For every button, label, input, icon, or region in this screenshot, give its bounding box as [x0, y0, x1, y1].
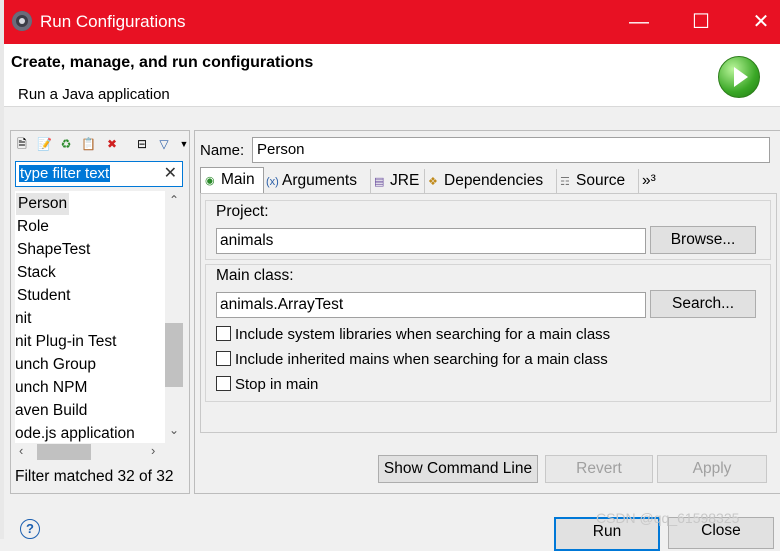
scroll-left-chevron-icon[interactable]: ‹: [19, 443, 23, 458]
clear-filter-icon[interactable]: ✕: [164, 163, 177, 183]
name-input[interactable]: Person: [252, 137, 770, 163]
tab-source[interactable]: ☶ Source: [556, 169, 639, 193]
close-icon[interactable]: ✕: [738, 6, 780, 38]
main-class-label: Main class:: [216, 267, 294, 284]
filter-input[interactable]: type filter text ✕: [15, 161, 183, 187]
help-icon[interactable]: ?: [20, 519, 40, 539]
project-input[interactable]: animals: [216, 228, 646, 254]
tab-jre[interactable]: ▤ JRE: [370, 169, 425, 193]
tree-item-person[interactable]: Person: [16, 193, 70, 215]
project-group: Project: animals Browse...: [205, 200, 771, 260]
project-value: animals: [220, 232, 274, 249]
tree-horizontal-scrollbar[interactable]: ‹ ›: [15, 443, 165, 461]
stop-in-main-checkbox[interactable]: Stop in main: [216, 376, 318, 396]
main-class-value: animals.ArrayTest: [220, 296, 344, 313]
show-command-line-button[interactable]: Show Command Line: [378, 455, 538, 483]
maximize-icon[interactable]: ☐: [678, 6, 724, 38]
export-icon[interactable]: ♻: [59, 137, 73, 151]
horizontal-scroll-thumb[interactable]: [37, 444, 91, 460]
tree-item-maven-build[interactable]: aven Build: [15, 400, 87, 422]
main-tab-content: Project: animals Browse... Main class: a…: [200, 193, 777, 433]
new-prototype-icon[interactable]: 📝: [37, 137, 52, 151]
tab-arguments[interactable]: (x) Arguments: [262, 169, 371, 193]
tab-main[interactable]: ◉ Main: [200, 167, 264, 194]
source-tab-icon: ☶: [560, 176, 570, 188]
main-class-input[interactable]: animals.ArrayTest: [216, 292, 646, 318]
title-bar: Run Configurations — ☐ ✕: [4, 0, 780, 44]
new-configuration-icon[interactable]: 🗎: [15, 137, 29, 151]
tree-item-junit[interactable]: nit: [15, 308, 31, 330]
filter-text: type filter text: [19, 165, 111, 182]
jre-tab-icon: ▤: [374, 176, 385, 188]
include-inherited-mains-checkbox[interactable]: Include inherited mains when searching f…: [216, 351, 608, 371]
configuration-editor-panel: Name: Person ◉ Main (x) Arguments ▤ JRE ❖ De…: [194, 130, 780, 494]
apply-button[interactable]: Apply: [657, 455, 767, 483]
include-system-libraries-checkbox[interactable]: Include system libraries when searching …: [216, 326, 610, 346]
tree-item-nodejs-application[interactable]: ode.js application: [15, 423, 135, 443]
tree-item-shapetest[interactable]: ShapeTest: [17, 239, 90, 261]
tree-item-launch-npm[interactable]: unch NPM: [15, 377, 87, 399]
revert-button[interactable]: Revert: [545, 455, 653, 483]
header-subtitle: Run a Java application: [18, 86, 170, 103]
vertical-scroll-thumb[interactable]: [165, 323, 183, 387]
checkbox-box[interactable]: [216, 351, 231, 366]
search-button[interactable]: Search...: [650, 290, 756, 318]
tree-item-junit-plugin-test[interactable]: nit Plug-in Test: [15, 331, 116, 353]
minimize-icon[interactable]: —: [616, 6, 662, 38]
scroll-right-chevron-icon[interactable]: ›: [151, 443, 155, 458]
tab-dependencies[interactable]: ❖ Dependencies: [424, 169, 557, 193]
dialog-header: Create, manage, and run configurations R…: [4, 44, 780, 107]
tree-vertical-scrollbar[interactable]: ⌃ ⌄: [165, 191, 183, 443]
tree-item-role[interactable]: Role: [17, 216, 49, 238]
filter-icon[interactable]: ▽: [157, 137, 171, 151]
configuration-tree[interactable]: Person Role ShapeTest Stack Student nit …: [15, 191, 165, 443]
delete-icon[interactable]: ✖: [105, 137, 119, 151]
dependencies-tab-icon: ❖: [428, 176, 438, 188]
run-icon: [718, 56, 760, 98]
arguments-tab-icon: (x): [266, 176, 279, 188]
watermark: CSDN @qq_61598325: [596, 510, 740, 526]
checkbox-box[interactable]: [216, 326, 231, 341]
checkbox-box[interactable]: [216, 376, 231, 391]
tab-overflow[interactable]: »³: [638, 169, 664, 193]
name-value: Person: [257, 141, 305, 158]
name-label: Name:: [200, 142, 245, 159]
eclipse-app-icon: [12, 11, 32, 31]
configuration-list-panel: 🗎 📝 ♻ 📋 ✖ ⊟ ▽ ▼ type filter text ✕ Perso…: [10, 130, 190, 494]
scroll-up-chevron-icon[interactable]: ⌃: [169, 193, 179, 207]
header-title: Create, manage, and run configurations: [11, 54, 314, 71]
duplicate-icon[interactable]: 📋: [81, 137, 96, 151]
view-menu-chevron-down-icon[interactable]: ▼: [177, 137, 191, 151]
filter-status: Filter matched 32 of 32: [15, 468, 174, 485]
project-label: Project:: [216, 203, 269, 220]
window-title: Run Configurations: [40, 12, 186, 31]
main-class-group: Main class: animals.ArrayTest Search... …: [205, 264, 771, 402]
tree-item-stack[interactable]: Stack: [17, 262, 56, 284]
collapse-all-icon[interactable]: ⊟: [135, 137, 149, 151]
browse-button[interactable]: Browse...: [650, 226, 756, 254]
tree-item-student[interactable]: Student: [17, 285, 70, 307]
config-tabs: ◉ Main (x) Arguments ▤ JRE ❖ Dependencies ☶ S…: [200, 167, 690, 194]
scroll-down-chevron-icon[interactable]: ⌄: [169, 423, 179, 437]
main-tab-icon: ◉: [205, 175, 215, 187]
tree-item-launch-group[interactable]: unch Group: [15, 354, 96, 376]
